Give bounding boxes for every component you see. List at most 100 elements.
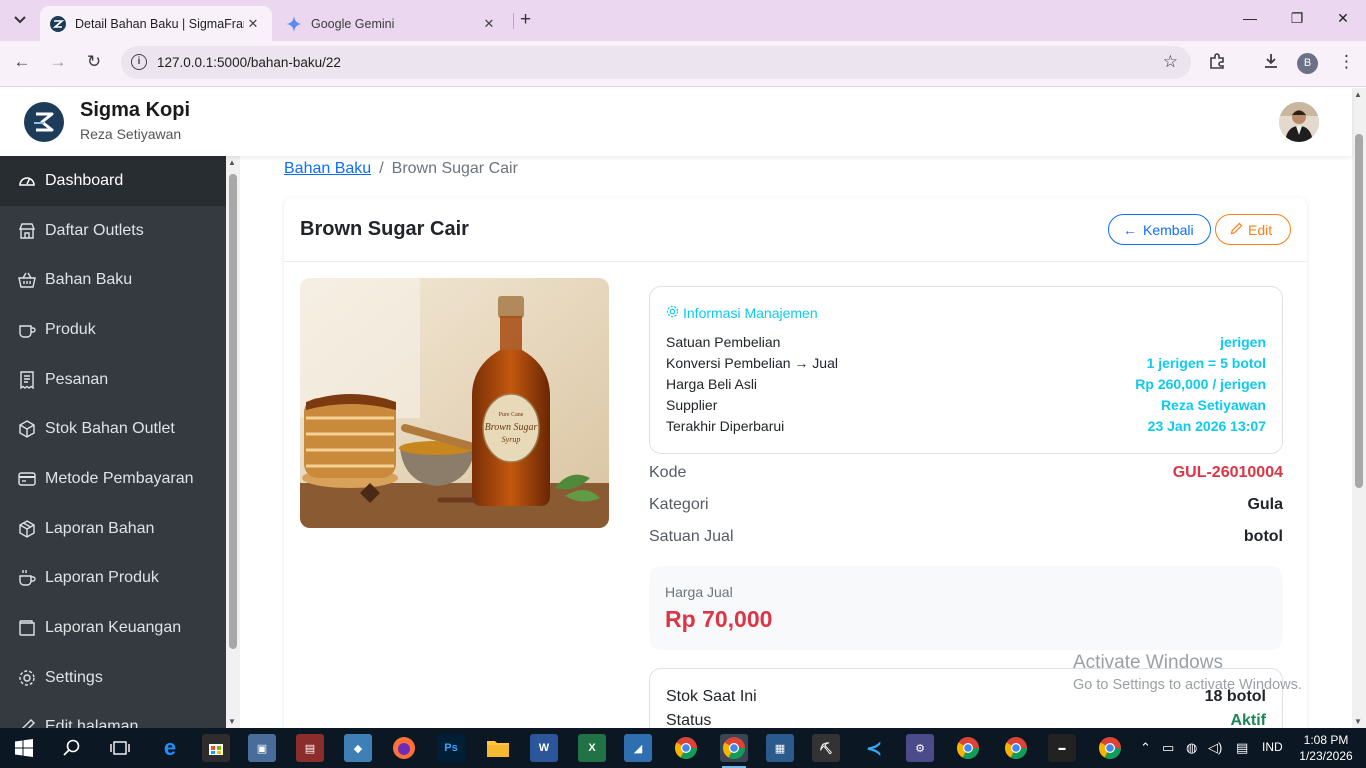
browser-profile-avatar[interactable]: B (1297, 53, 1318, 74)
gemini-sparkle-icon (286, 15, 302, 32)
sidebar-item-produk[interactable]: Produk (0, 305, 226, 355)
selling-price-panel: Harga Jual Rp 70,000 (649, 566, 1283, 650)
info-row-harga-beli: Harga Beli Asli Rp 260,000 / jerigen (666, 376, 1266, 392)
back-button[interactable]: ← Kembali (1108, 214, 1211, 245)
pencil-icon (18, 718, 36, 728)
shop-icon (18, 222, 36, 240)
task-view-icon[interactable] (106, 734, 134, 762)
box-seam-icon (18, 519, 36, 538)
window-app-icon[interactable]: ▦ (766, 734, 794, 762)
scroll-down-icon[interactable]: ▼ (228, 717, 236, 726)
back-arrow-icon[interactable]: ← (11, 52, 33, 72)
management-info-panel: Informasi Manajemen Satuan Pembelian jer… (649, 286, 1283, 454)
info-value: Reza Setiyawan (1160, 397, 1266, 413)
download-icon[interactable] (1262, 52, 1280, 75)
browser-tab-active[interactable]: Detail Bahan Baku | SigmaFranc ✕ (40, 6, 272, 41)
sidebar-item-laporan-keuangan[interactable]: Laporan Keuangan (0, 603, 226, 653)
browser-menu-kebab-icon[interactable]: ⋮ (1338, 52, 1355, 72)
utility-app-icon[interactable]: ⚙ (906, 734, 934, 762)
winrar-icon[interactable]: ▤ (296, 734, 324, 762)
sidebar-item-bahan-baku[interactable]: Bahan Baku (0, 255, 226, 305)
language-indicator[interactable]: IND (1262, 740, 1283, 754)
sidebar-item-pesanan[interactable]: Pesanan (0, 355, 226, 405)
tab-search-chevron-icon[interactable] (8, 8, 32, 32)
new-tab-plus-icon[interactable]: + (520, 9, 531, 31)
page-scroll-thumb[interactable] (1355, 134, 1363, 488)
store-icon[interactable] (202, 734, 230, 762)
breadcrumb-separator: / (379, 160, 384, 177)
sidebar-item-label: Laporan Produk (45, 569, 159, 587)
taskbar-clock[interactable]: 1:08 PM 1/23/2026 (1296, 732, 1356, 764)
forward-arrow-icon[interactable]: → (47, 52, 69, 72)
chrome-profile-2-icon[interactable] (1002, 734, 1030, 762)
word-icon[interactable]: W (530, 734, 558, 762)
browser-tab-gemini[interactable]: Google Gemini ✕ (276, 6, 508, 41)
file-explorer-icon[interactable] (484, 734, 512, 762)
firefox-icon[interactable] (390, 734, 418, 762)
breadcrumb-link-bahan-baku[interactable]: Bahan Baku (284, 160, 371, 177)
reload-icon[interactable]: ↻ (83, 52, 105, 72)
sidebar-item-label: Produk (45, 320, 96, 338)
address-bar[interactable]: i 127.0.0.1:5000/bahan-baku/22 ☆ (121, 46, 1191, 79)
sidebar-item-dashboard[interactable]: Dashboard (0, 156, 226, 206)
photoshop-icon[interactable]: Ps (437, 734, 465, 762)
notes-app-icon[interactable]: ◆ (344, 734, 372, 762)
tool-app-icon[interactable]: ⛏ (812, 734, 840, 762)
action-center-icon[interactable]: ▤ (1236, 740, 1248, 756)
gauge-icon (18, 172, 36, 190)
chrome-icon[interactable] (672, 734, 700, 762)
info-row-satuan-pembelian: Satuan Pembelian jerigen (666, 334, 1266, 350)
sidebar-item-daftar-outlets[interactable]: Daftar Outlets (0, 206, 226, 256)
search-icon[interactable] (58, 734, 86, 762)
sidebar-item-settings[interactable]: Settings (0, 653, 226, 703)
info-row-konversi: Konversi Pembelian → Jual 1 jerigen = 5 … (666, 355, 1266, 371)
tab-close-icon[interactable]: ✕ (244, 16, 262, 32)
edit-button[interactable]: Edit (1215, 214, 1291, 245)
scroll-up-icon[interactable]: ▲ (1354, 90, 1362, 99)
url-text[interactable]: 127.0.0.1:5000/bahan-baku/22 (157, 55, 341, 70)
scroll-up-icon[interactable]: ▲ (228, 158, 236, 167)
app-header: Sigma Kopi Reza Setiyawan (0, 88, 1352, 156)
chrome-profile-icon[interactable] (954, 734, 982, 762)
minimize-icon[interactable]: — (1240, 10, 1260, 26)
product-image: Pure Cane Brown Sugar Syrup (300, 278, 609, 528)
tray-chevron-up-icon[interactable]: ⌃ (1140, 740, 1151, 756)
vscode-icon[interactable]: ≺ (860, 734, 888, 762)
terminal-app-icon[interactable]: ▬ (1048, 734, 1076, 762)
sidebar-item-metode-pembayaran[interactable]: Metode Pembayaran (0, 454, 226, 504)
site-info-icon[interactable]: i (131, 54, 147, 70)
site-favicon-icon (50, 15, 66, 32)
window-close-icon[interactable]: ✕ (1333, 10, 1353, 27)
sidebar-scrollbar[interactable]: ▲ ▼ (226, 156, 240, 728)
bookmark-star-icon[interactable]: ☆ (1163, 52, 1178, 72)
sidebar-item-stok-bahan-outlet[interactable]: Stok Bahan Outlet (0, 404, 226, 454)
user-avatar[interactable] (1279, 102, 1319, 142)
edge-icon[interactable]: e (156, 734, 184, 762)
scroll-down-icon[interactable]: ▼ (1354, 717, 1362, 726)
tab-close-icon[interactable]: ✕ (480, 16, 498, 32)
info-value: jerigen (1220, 334, 1266, 350)
chrome-profile-b-icon[interactable] (720, 734, 748, 768)
network-icon[interactable]: ◍ (1186, 740, 1197, 756)
watermark-line-1: Activate Windows (1073, 652, 1223, 673)
remote-app-icon[interactable]: ◢ (624, 734, 652, 762)
excel-icon[interactable]: X (578, 734, 606, 762)
network-app-icon[interactable]: ▣ (248, 734, 276, 762)
wallet-icon (18, 619, 36, 637)
info-label: Satuan Pembelian (666, 334, 781, 350)
sidebar-item-edit-halaman[interactable]: Edit halaman (0, 703, 226, 728)
extensions-puzzle-icon[interactable] (1208, 52, 1226, 75)
battery-icon[interactable]: ▭ (1162, 740, 1174, 756)
restore-icon[interactable]: ❐ (1287, 10, 1307, 27)
chrome-profile-3-icon[interactable] (1096, 734, 1124, 762)
info-label: Terakhir Diperbarui (666, 418, 785, 434)
logged-in-user: Reza Setiyawan (80, 126, 182, 142)
windows-start-icon[interactable] (10, 734, 38, 762)
sidebar-item-laporan-bahan[interactable]: Laporan Bahan (0, 504, 226, 554)
info-value: 1 jerigen = 5 botol (1146, 355, 1266, 371)
sigma-logo-icon[interactable] (24, 102, 64, 142)
sidebar-scroll-thumb[interactable] (229, 174, 237, 649)
volume-icon[interactable]: ◁) (1208, 740, 1222, 756)
page-scrollbar[interactable]: ▲ ▼ (1352, 88, 1366, 728)
sidebar-item-laporan-produk[interactable]: Laporan Produk (0, 554, 226, 604)
